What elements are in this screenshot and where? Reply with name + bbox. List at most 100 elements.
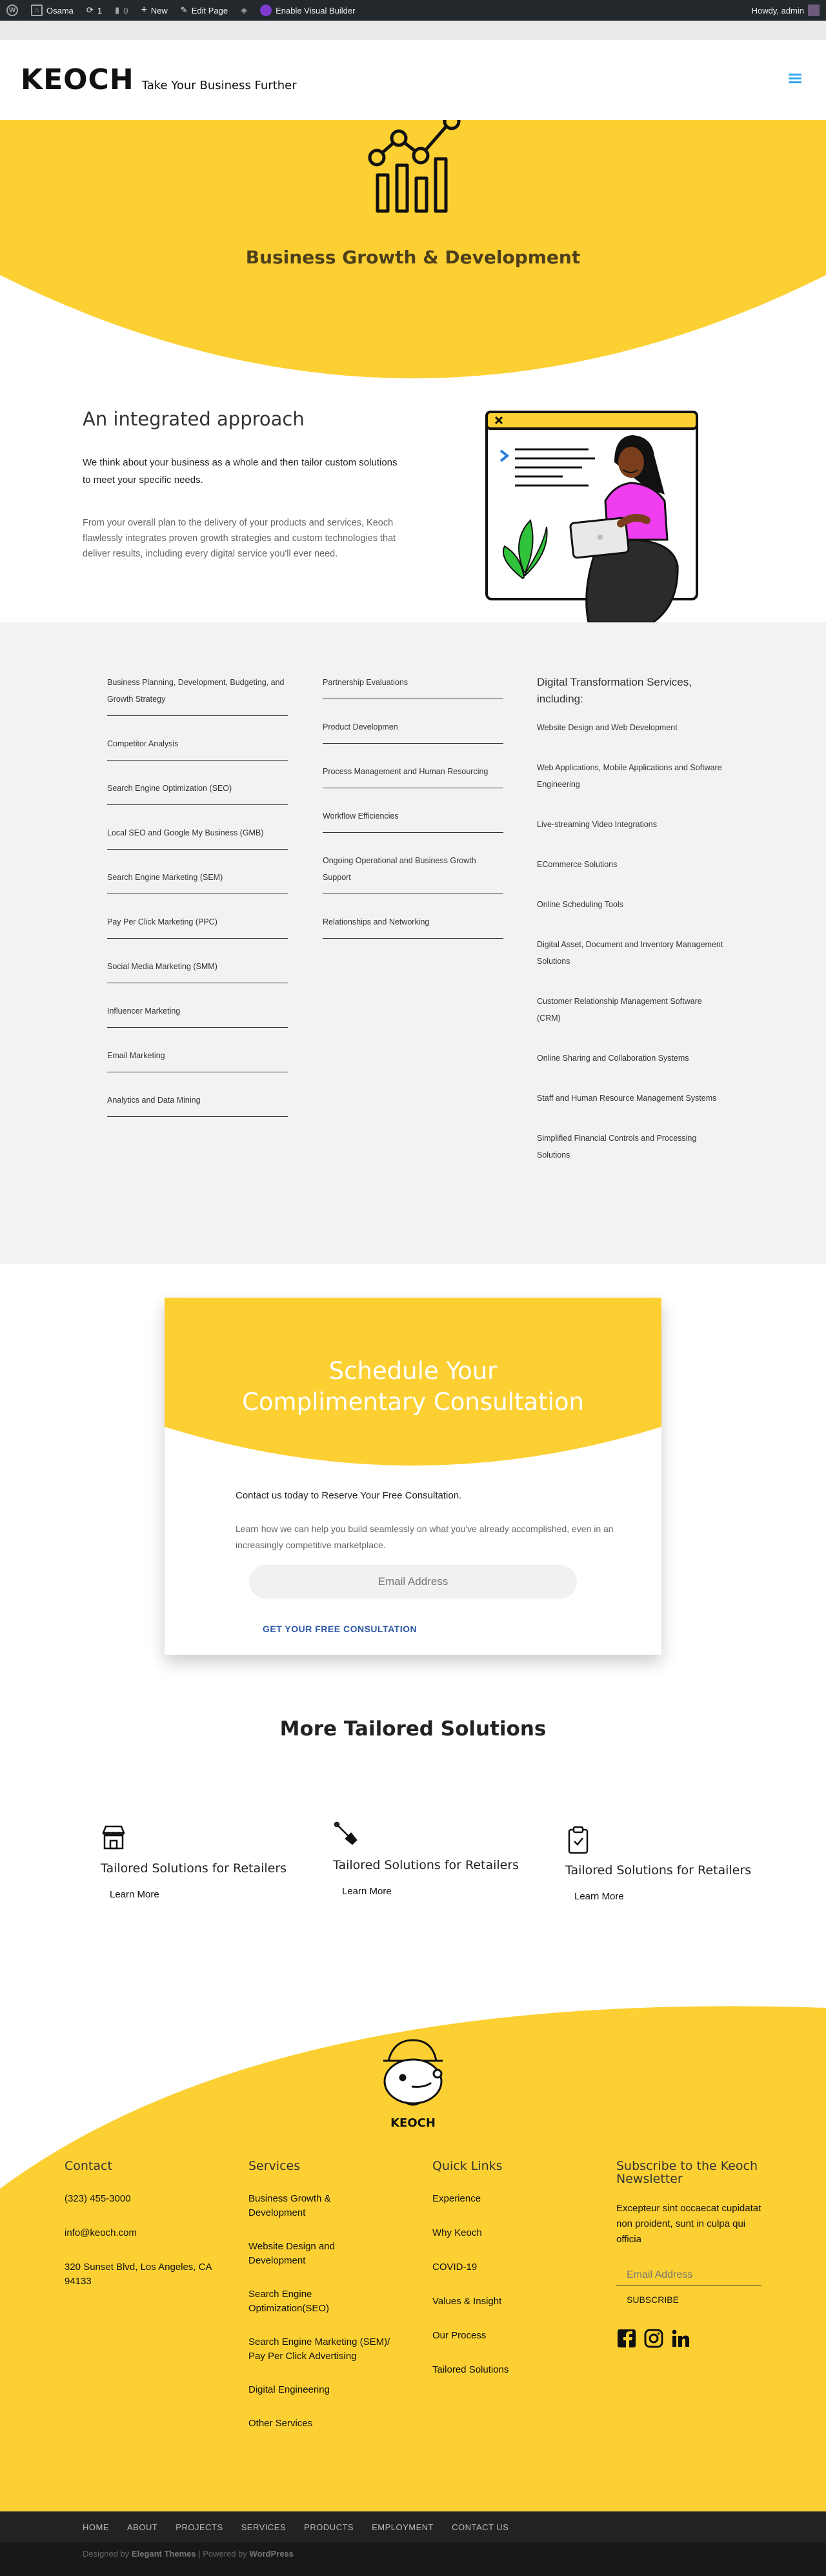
header-gap bbox=[0, 21, 826, 40]
service-list-item: Social Media Marketing (SMM) bbox=[107, 958, 288, 983]
wordpress-link[interactable]: WordPress bbox=[250, 2549, 294, 2559]
footer-quick-link[interactable]: COVID-19 bbox=[432, 2260, 561, 2274]
footer-contact-column: Contact (323) 455-3000 info@keoch.com 32… bbox=[65, 2160, 219, 2309]
hamburger-menu-icon[interactable] bbox=[789, 74, 801, 84]
comment-icon: ▮ bbox=[115, 5, 120, 15]
digital-service-item: Web Applications, Mobile Applications an… bbox=[537, 763, 722, 789]
divi-icon bbox=[260, 5, 272, 16]
hero-section: Business Growth & Development bbox=[0, 120, 826, 378]
site-name: Osama bbox=[46, 5, 74, 15]
service-list-item: Product Developmen bbox=[323, 719, 503, 744]
digital-service-item: Website Design and Web Development bbox=[537, 723, 678, 732]
footer-quick-link[interactable]: Tailored Solutions bbox=[432, 2363, 561, 2377]
instagram-icon[interactable] bbox=[643, 2328, 664, 2349]
digital-service-item: Online Scheduling Tools bbox=[537, 900, 623, 909]
footer-service-link[interactable]: Search Engine Optimization(SEO) bbox=[248, 2287, 390, 2316]
learn-more-link[interactable]: Learn More bbox=[342, 1886, 392, 1897]
digital-service-item: Customer Relationship Management Softwar… bbox=[537, 997, 702, 1023]
footer-email[interactable]: info@keoch.com bbox=[65, 2226, 219, 2240]
service-list-item: Competitor Analysis bbox=[107, 735, 288, 761]
updates-count: 1 bbox=[97, 5, 103, 15]
edit-page-link[interactable]: ✎ Edit Page bbox=[174, 0, 234, 21]
digital-service-item: Staff and Human Resource Management Syst… bbox=[537, 1094, 717, 1103]
service-list-item: Partnership Evaluations bbox=[323, 674, 503, 699]
comments-menu[interactable]: ▮ 0 bbox=[108, 0, 134, 21]
theme-builder-menu[interactable]: ◈ bbox=[234, 0, 254, 21]
learn-more-link[interactable]: Learn More bbox=[110, 1889, 159, 1900]
site-logo[interactable]: KEOCH Take Your Business Further bbox=[21, 63, 297, 96]
footer-service-link[interactable]: Business Growth & Development bbox=[248, 2192, 390, 2220]
footer-service-link[interactable]: Digital Engineering bbox=[248, 2383, 390, 2397]
site-header: KEOCH Take Your Business Further bbox=[0, 40, 826, 120]
learn-more-link[interactable]: Learn More bbox=[574, 1891, 624, 1902]
visual-builder-link[interactable]: Enable Visual Builder bbox=[254, 0, 361, 21]
footer-quick-link[interactable]: Values & Insight bbox=[432, 2295, 561, 2309]
elegant-themes-link[interactable]: Elegant Themes bbox=[132, 2549, 196, 2559]
bottom-nav-link[interactable]: HOME bbox=[83, 2522, 109, 2532]
svg-text:KEOCH: KEOCH bbox=[390, 2116, 436, 2130]
service-list-item: Ongoing Operational and Business Growth … bbox=[323, 852, 503, 894]
footer-newsletter-column: Subscribe to the Keoch Newsletter Except… bbox=[616, 2160, 765, 2349]
site-name-menu[interactable]: ⌂ Osama bbox=[25, 0, 80, 21]
brand-name: KEOCH bbox=[21, 63, 134, 96]
brand-tagline: Take Your Business Further bbox=[141, 79, 297, 92]
pencil-icon: ✎ bbox=[180, 5, 188, 15]
service-list-item: Email Marketing bbox=[107, 1047, 288, 1072]
footer-newsletter-heading: Subscribe to the Keoch Newsletter bbox=[616, 2159, 758, 2186]
services-column-2: Partnership Evaluations Product Developme… bbox=[323, 674, 503, 958]
diamond-icon: ◈ bbox=[241, 5, 248, 15]
footer-service-link[interactable]: Other Services bbox=[248, 2417, 390, 2431]
facebook-icon[interactable] bbox=[616, 2328, 637, 2349]
bottom-nav-link[interactable]: PROJECTS bbox=[176, 2522, 223, 2532]
bottom-nav-link[interactable]: ABOUT bbox=[127, 2522, 157, 2532]
service-list-item: Workflow Efficiencies bbox=[323, 808, 503, 833]
bottom-nav-link[interactable]: SERVICES bbox=[241, 2522, 287, 2532]
new-label: New bbox=[150, 5, 168, 15]
growth-chart-icon bbox=[368, 120, 461, 213]
footer-service-link[interactable]: Search Engine Marketing (SEM)/ Pay Per C… bbox=[248, 2335, 390, 2364]
footer-quick-link[interactable]: Our Process bbox=[432, 2329, 561, 2343]
footer-service-link[interactable]: Website Design and Development bbox=[248, 2240, 390, 2268]
new-content-menu[interactable]: + New bbox=[134, 0, 174, 21]
hero-title: Business Growth & Development bbox=[245, 247, 581, 268]
digital-service-item: ECommerce Solutions bbox=[537, 860, 618, 869]
bottom-nav-link[interactable]: PRODUCTS bbox=[304, 2522, 354, 2532]
tailored-card-title: Tailored Solutions for Retailers bbox=[101, 1861, 287, 1876]
approach-paragraph-1: We think about your business as a whole … bbox=[83, 457, 398, 486]
service-list-item: Business Planning, Development, Budgetin… bbox=[107, 674, 288, 716]
digital-service-item: Digital Asset, Document and Inventory Ma… bbox=[537, 940, 723, 966]
visual-builder-label: Enable Visual Builder bbox=[276, 5, 356, 15]
linkedin-icon[interactable] bbox=[670, 2328, 691, 2349]
updates-menu[interactable]: ⟳ 1 bbox=[80, 0, 108, 21]
store-icon bbox=[102, 1825, 125, 1850]
newsletter-email-input[interactable] bbox=[616, 2265, 761, 2285]
digital-service-item: Simplified Financial Controls and Proces… bbox=[537, 1134, 697, 1160]
account-menu[interactable]: Howdy, admin bbox=[745, 0, 826, 21]
tailored-card: Tailored Solutions for Retailers Learn M… bbox=[101, 1824, 294, 1901]
digital-service-item: Online Sharing and Collaboration Systems bbox=[537, 1054, 689, 1063]
footer-quicklinks-column: Quick Links Experience Why Keoch COVID-19 V… bbox=[432, 2160, 561, 2397]
subscribe-button[interactable]: SUBSCRIBE bbox=[627, 2295, 765, 2305]
clipboard-icon bbox=[568, 1826, 589, 1854]
home-icon: ⌂ bbox=[31, 5, 43, 16]
footer-contact-heading: Contact bbox=[65, 2159, 112, 2173]
service-list-item: Relationships and Networking bbox=[323, 914, 503, 939]
comments-count: 0 bbox=[123, 5, 128, 15]
footer-quick-link[interactable]: Experience bbox=[432, 2192, 561, 2206]
service-list-item: Influencer Marketing bbox=[107, 1003, 288, 1028]
services-column-3: Digital Transformation Services, includi… bbox=[537, 674, 724, 1187]
pen-tool-icon bbox=[334, 1821, 358, 1845]
keoch-mascot-logo: KEOCH bbox=[383, 2039, 443, 2130]
free-consultation-button[interactable]: GET YOUR FREE CONSULTATION bbox=[263, 1624, 417, 1634]
service-list-item: Pay Per Click Marketing (PPC) bbox=[107, 914, 288, 939]
footer-phone[interactable]: (323) 455-3000 bbox=[65, 2192, 219, 2206]
wordpress-logo-menu[interactable]: W bbox=[0, 0, 25, 21]
footer-quick-link[interactable]: Why Keoch bbox=[432, 2226, 561, 2240]
approach-section: An integrated approach We think about yo… bbox=[0, 378, 826, 622]
service-list-item: Search Engine Optimization (SEO) bbox=[107, 780, 288, 805]
consultation-email-input[interactable] bbox=[249, 1565, 577, 1599]
tailored-card-title: Tailored Solutions for Retailers bbox=[333, 1858, 519, 1872]
footer-services-heading: Services bbox=[248, 2159, 301, 2173]
bottom-nav-link[interactable]: CONTACT US bbox=[452, 2522, 509, 2532]
bottom-nav-link[interactable]: EMPLOYMENT bbox=[372, 2522, 434, 2532]
